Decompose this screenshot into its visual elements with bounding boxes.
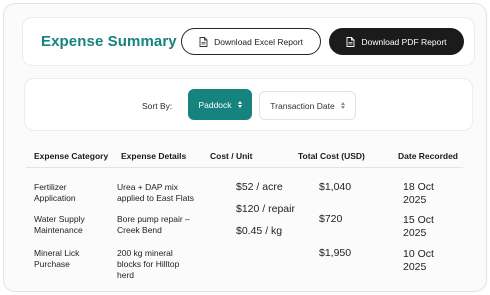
document-icon [346, 36, 355, 47]
sort-option-paddock[interactable]: Paddock [188, 89, 252, 120]
sort-toolbar: Sort By: Paddock Transaction Date [24, 78, 473, 131]
table-row-3-total: $1,950 [319, 247, 352, 259]
table-row-2-cost-unit: $120 / repair [236, 203, 295, 215]
document-icon [199, 36, 208, 47]
table-row-3-date: 10 Oct 2025 [403, 248, 434, 273]
table-row-3-details: 200 kg mineral blocks for Hilltop herd [117, 248, 180, 280]
table-row-1-cost-unit: $52 / acre [236, 181, 283, 193]
page-title: Expense Summary [41, 33, 177, 50]
table-row-1-category: Fertilizer Application [34, 182, 76, 203]
table-row-1-date: 18 Oct 2025 [403, 181, 434, 206]
column-header-details[interactable]: Expense Details [121, 151, 186, 161]
table-row-3-category: Mineral Lick Purchase [34, 248, 80, 269]
table-row-2-details: Bore pump repair – Creek Bend [117, 214, 190, 235]
table-header-divider [26, 167, 463, 168]
table-row-3-cost-unit: $0.45 / kg [236, 225, 283, 237]
sort-updown-icon [340, 102, 345, 109]
header-card: Expense Summary Download Excel Report Do… [22, 17, 475, 66]
table-row-1-details: Urea + DAP mix applied to East Flats [117, 182, 195, 203]
sort-option-label: Transaction Date [270, 100, 335, 111]
download-excel-label: Download Excel Report [214, 36, 303, 47]
column-header-cost-unit[interactable]: Cost / Unit [210, 151, 253, 161]
table-row-2-date: 15 Oct 2025 [403, 214, 434, 239]
column-header-total-cost[interactable]: Total Cost (USD) [298, 151, 365, 161]
download-pdf-button[interactable]: Download PDF Report [329, 28, 464, 55]
sort-updown-icon [237, 101, 242, 108]
download-excel-button[interactable]: Download Excel Report [181, 28, 321, 55]
table-row-2-total: $720 [319, 213, 343, 225]
sort-by-label: Sort By: [142, 101, 173, 111]
sort-option-label: Paddock [198, 99, 232, 110]
download-pdf-label: Download PDF Report [361, 36, 447, 47]
column-header-category[interactable]: Expense Category [34, 151, 108, 161]
column-header-date[interactable]: Date Recorded [398, 151, 458, 161]
table-row-2-category: Water Supply Maintenance [34, 214, 85, 235]
sort-option-transaction-date[interactable]: Transaction Date [259, 91, 356, 120]
table-row-1-total: $1,040 [319, 181, 352, 193]
